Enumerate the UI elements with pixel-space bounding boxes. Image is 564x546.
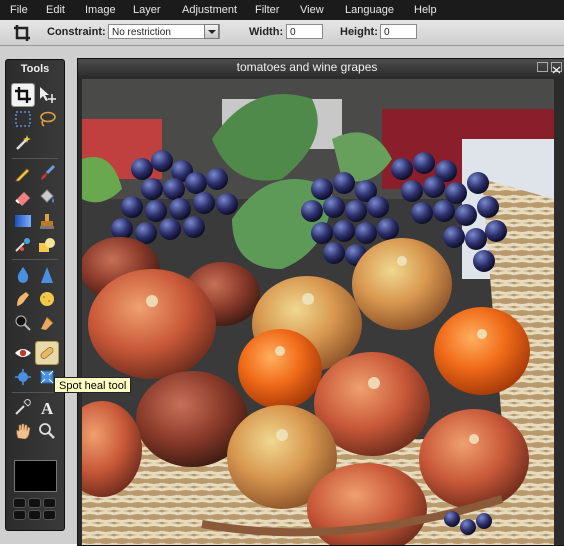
document-title: tomatoes and wine grapes [236,60,378,74]
clone-stamp-tool[interactable] [36,210,58,232]
magic-wand-tool[interactable] [12,132,34,154]
height-field[interactable]: 0 [380,24,417,39]
gradient-tool[interactable] [12,210,34,232]
palette-swatch[interactable] [43,498,56,508]
sharpen-icon [41,267,53,283]
menu-help[interactable]: Help [414,4,437,16]
pencil-tool[interactable] [12,162,34,184]
sponge-icon [40,292,54,306]
hand-tool[interactable] [12,420,34,442]
brush-icon [41,164,56,180]
menu-layer[interactable]: Layer [133,4,161,16]
crop-icon [15,87,31,103]
palette-swatch[interactable] [28,498,41,508]
hand-icon [16,423,31,440]
tools-divider [12,158,58,159]
shape-icon [39,238,55,252]
color-replace-icon [15,238,30,252]
menu-edit[interactable]: Edit [46,4,65,16]
document-titlebar[interactable]: tomatoes and wine grapes [78,59,564,76]
color-replace-tool[interactable] [36,186,58,208]
gradient-icon [15,215,31,227]
menu-view[interactable]: View [300,4,324,16]
chevron-down-icon[interactable] [204,24,219,39]
width-label: Width: [249,26,284,38]
svg-text:A: A [41,399,54,416]
spot-heal-tool[interactable] [35,341,59,365]
document-window: tomatoes and wine grapes [77,58,564,546]
sponge-tool[interactable] [36,288,58,310]
primary-color-swatch[interactable] [14,460,57,492]
lasso-select-tool[interactable] [36,108,58,130]
brush-tool[interactable] [36,162,58,184]
bloat-icon [15,369,31,385]
palette-swatch[interactable] [43,510,56,520]
tools-divider [12,392,58,393]
close-button[interactable] [551,62,562,74]
lasso-icon [40,111,56,127]
height-label: Height: [340,26,378,38]
bloat-tool[interactable] [12,366,34,388]
crop-tool[interactable] [11,83,35,107]
stamp-icon [40,214,54,229]
photo [82,79,554,545]
smudge-icon [17,292,29,306]
move-tool[interactable] [36,84,58,106]
sharpen-tool[interactable] [36,264,58,286]
burn-tool[interactable] [36,312,58,334]
magic-wand-icon [16,135,31,150]
tools-panel-title: Tools [20,63,50,75]
zoom-tool[interactable] [36,420,58,442]
bucket-icon [40,189,54,203]
close-icon [552,66,561,74]
smudge-tool[interactable] [12,288,34,310]
burn-icon [41,316,54,330]
menu-file[interactable]: File [10,4,28,16]
marquee-select-tool[interactable] [12,108,34,130]
menu-language[interactable]: Language [345,4,394,16]
shape-tool[interactable] [36,234,58,256]
constraint-label: Constraint: [47,26,106,38]
bandage-icon [40,347,54,359]
eraser-tool[interactable] [12,186,34,208]
tools-divider [12,259,58,260]
move-icon [40,87,56,103]
blur-tool[interactable] [12,264,34,286]
crop-icon [12,23,32,43]
palette-swatch[interactable] [28,510,41,520]
tooltip: Spot heal tool [54,377,132,393]
eraser-icon [15,192,30,206]
dodge-tool[interactable] [12,312,34,334]
zoom-icon [39,423,55,439]
replace-color-tool[interactable] [12,234,34,256]
type-tool[interactable]: A [36,396,58,418]
menu-bar: File Edit Image Layer Adjustment Filter … [0,0,564,20]
palette-swatch[interactable] [13,498,26,508]
menu-filter[interactable]: Filter [255,4,279,16]
palette-swatch[interactable] [13,510,26,520]
maximize-button[interactable] [537,62,548,72]
color-picker-tool[interactable] [12,396,34,418]
tools-panel: Tools A [5,59,65,531]
dodge-icon [15,315,31,331]
menu-adjustment[interactable]: Adjustment [182,4,237,16]
menu-image[interactable]: Image [85,4,116,16]
drop-icon [17,267,29,283]
options-bar: Constraint: No restriction Width: 0 Heig… [0,20,564,46]
eye-icon [15,349,31,357]
red-eye-tool[interactable] [12,342,34,364]
text-icon: A [41,399,54,416]
marquee-icon [15,111,31,127]
width-field[interactable]: 0 [286,24,323,39]
pencil-icon [15,168,30,182]
image-canvas[interactable] [82,79,554,545]
eyedropper-icon [15,399,31,415]
